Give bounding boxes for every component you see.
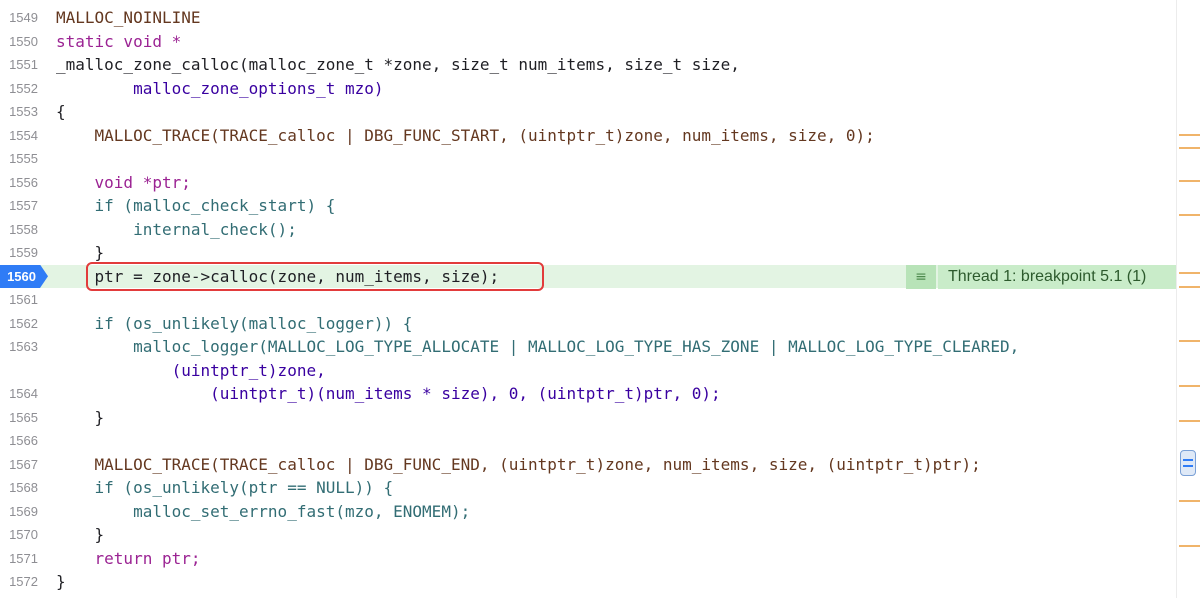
code-line[interactable]: 1564 (uintptr_t)(num_items * size), 0, (… <box>0 382 1176 406</box>
breakpoint-label: Thread 1: breakpoint 5.1 (1) <box>938 265 1176 289</box>
code-line[interactable]: 1561 <box>0 288 1176 312</box>
line-number: 1555 <box>9 151 38 167</box>
list-icon[interactable]: ≡ <box>906 265 936 289</box>
line-number: 1552 <box>9 80 38 96</box>
line-number: 1550 <box>9 33 38 49</box>
line-number: 1571 <box>9 550 38 566</box>
code-line[interactable]: 1554 MALLOC_TRACE(TRACE_calloc | DBG_FUN… <box>0 124 1176 148</box>
code-text: if (os_unlikely(malloc_logger)) { <box>56 313 413 333</box>
scroll-marker <box>1179 385 1200 387</box>
code-line[interactable]: 1562 if (os_unlikely(malloc_logger)) { <box>0 312 1176 336</box>
scroll-marker <box>1179 340 1200 342</box>
line-number: 1549 <box>9 10 38 26</box>
line-number: 1570 <box>9 527 38 543</box>
scroll-marker <box>1179 272 1200 274</box>
code-line[interactable]: 1559 } <box>0 241 1176 265</box>
code-editor[interactable]: 1549 MALLOC_NOINLINE 1550 static void * … <box>0 0 1176 598</box>
code-text: (uintptr_t)zone, <box>56 360 326 380</box>
line-number: 1551 <box>9 57 38 73</box>
code-text: } <box>56 525 105 544</box>
code-text: } <box>56 572 66 591</box>
code-line[interactable]: 1549 MALLOC_NOINLINE <box>0 6 1176 30</box>
line-number: 1567 <box>9 456 38 472</box>
code-text: void *ptr; <box>56 172 191 192</box>
line-number: 1566 <box>9 433 38 449</box>
scrollbar-thumb[interactable] <box>1180 450 1196 476</box>
line-number: 1553 <box>9 104 38 120</box>
line-number: 1562 <box>9 315 38 331</box>
line-number: 1556 <box>9 174 38 190</box>
breakpoint-marker[interactable]: 1560 <box>0 264 48 288</box>
scroll-marker <box>1179 134 1200 136</box>
code-line[interactable]: 1570 } <box>0 523 1176 547</box>
line-number: 1564 <box>9 386 38 402</box>
code-line[interactable]: (uintptr_t)zone, <box>0 359 1176 383</box>
line-number: 1554 <box>9 127 38 143</box>
code-text: { <box>56 102 66 121</box>
code-line[interactable]: 1556 void *ptr; <box>0 171 1176 195</box>
line-number: 1563 <box>9 339 38 355</box>
code-text: MALLOC_NOINLINE <box>56 8 201 27</box>
scroll-marker <box>1179 545 1200 547</box>
code-line[interactable]: 1569 malloc_set_errno_fast(mzo, ENOMEM); <box>0 500 1176 524</box>
code-line[interactable]: 1568 if (os_unlikely(ptr == NULL)) { <box>0 476 1176 500</box>
scroll-marker <box>1179 500 1200 502</box>
code-line[interactable]: 1558 internal_check(); <box>0 218 1176 242</box>
line-number: 1561 <box>9 292 38 308</box>
code-text: if (malloc_check_start) { <box>56 196 336 215</box>
code-line[interactable]: 1551 _malloc_zone_calloc(malloc_zone_t *… <box>0 53 1176 77</box>
scroll-marker <box>1179 214 1200 216</box>
line-number: 1557 <box>9 198 38 214</box>
code-line[interactable]: 1553 { <box>0 100 1176 124</box>
code-text: } <box>56 407 105 427</box>
code-line[interactable]: 1550 static void * <box>0 30 1176 54</box>
scroll-marker <box>1179 180 1200 182</box>
code-text: return ptr; <box>56 548 201 568</box>
code-text: (uintptr_t)(num_items * size), 0, (uintp… <box>56 384 721 403</box>
code-line[interactable]: 1552 malloc_zone_options_t mzo) <box>0 77 1176 101</box>
code-line[interactable]: 1572 } <box>0 570 1176 594</box>
code-line[interactable]: 1571 return ptr; <box>0 547 1176 571</box>
code-text: MALLOC_TRACE(TRACE_calloc | DBG_FUNC_STA… <box>56 125 875 145</box>
minimap-scrollbar[interactable] <box>1176 0 1200 598</box>
scroll-marker <box>1179 420 1200 422</box>
line-number: 1568 <box>9 480 38 496</box>
code-text: malloc_logger(MALLOC_LOG_TYPE_ALLOCATE |… <box>56 337 1020 356</box>
code-line[interactable]: 1565 } <box>0 406 1176 430</box>
code-text: static void * <box>56 31 182 51</box>
code-text: MALLOC_TRACE(TRACE_calloc | DBG_FUNC_END… <box>56 454 981 474</box>
code-line[interactable]: 1557 if (malloc_check_start) { <box>0 194 1176 218</box>
code-line[interactable]: 1567 MALLOC_TRACE(TRACE_calloc | DBG_FUN… <box>0 453 1176 477</box>
line-number: 1565 <box>9 409 38 425</box>
code-text: _malloc_zone_calloc(malloc_zone_t *zone,… <box>56 55 740 74</box>
line-number: 1569 <box>9 503 38 519</box>
highlight-box <box>86 262 544 291</box>
code-text: malloc_zone_options_t mzo) <box>56 78 384 98</box>
code-line[interactable]: 1563 malloc_logger(MALLOC_LOG_TYPE_ALLOC… <box>0 335 1176 359</box>
code-text: if (os_unlikely(ptr == NULL)) { <box>56 478 394 497</box>
code-text: malloc_set_errno_fast(mzo, ENOMEM); <box>56 501 471 521</box>
code-text: internal_check(); <box>56 219 297 239</box>
code-line[interactable]: 1566 <box>0 429 1176 453</box>
scroll-marker <box>1179 286 1200 288</box>
line-number: 1558 <box>9 221 38 237</box>
code-line[interactable]: 1555 <box>0 147 1176 171</box>
breakpoint-annotation[interactable]: ≡ Thread 1: breakpoint 5.1 (1) <box>906 265 1176 289</box>
code-text: } <box>56 243 105 262</box>
scroll-marker <box>1179 147 1200 149</box>
line-number: 1572 <box>9 574 38 590</box>
line-number: 1559 <box>9 245 38 261</box>
